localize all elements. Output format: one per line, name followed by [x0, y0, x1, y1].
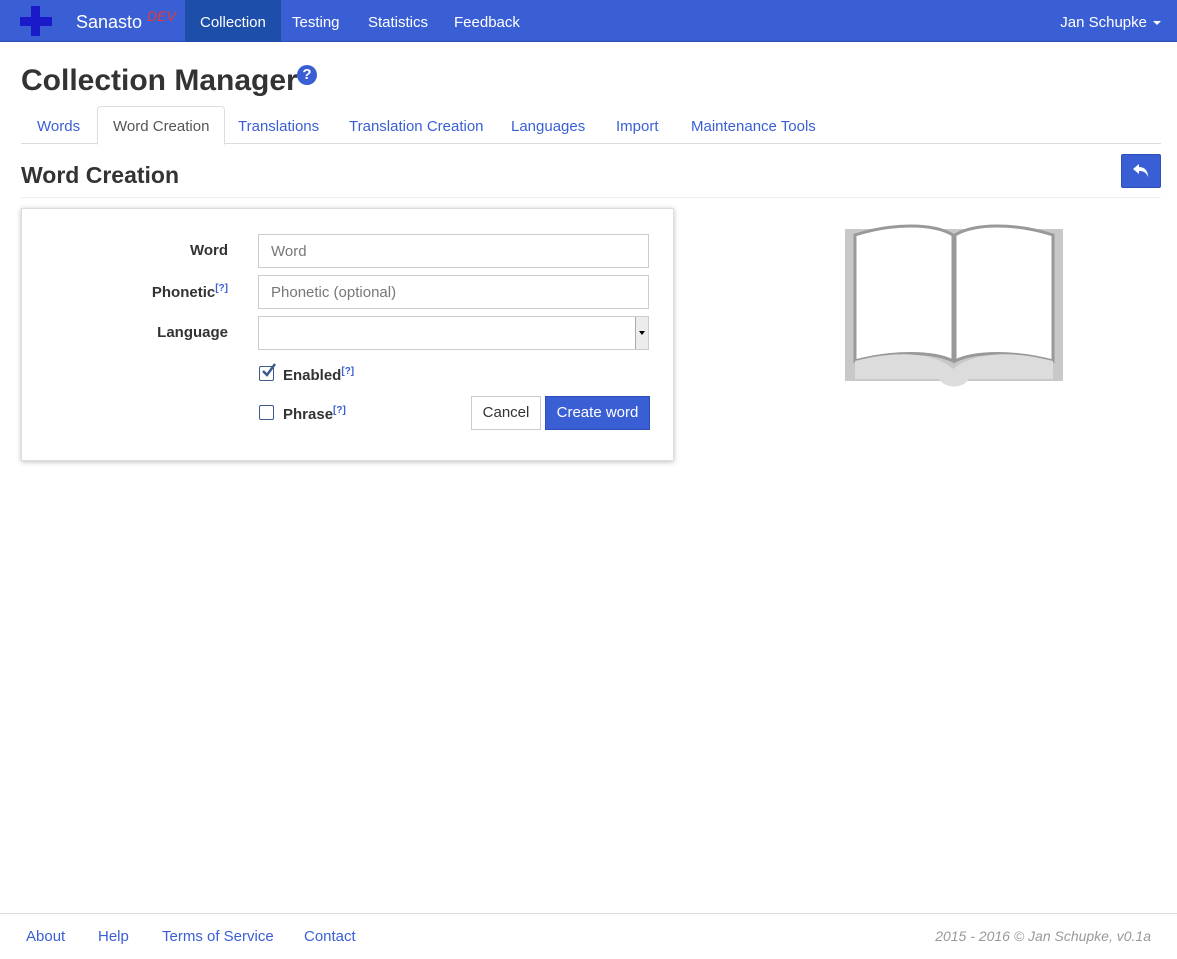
footer-link-contact[interactable]: Contact — [304, 928, 356, 945]
tab-translation-creation[interactable]: Translation Creation — [334, 106, 499, 144]
tab-word-creation[interactable]: Word Creation — [97, 106, 226, 145]
word-creation-form: Word Phonetic[?] Language Enabled[?] Phr… — [21, 208, 674, 461]
select-arrow-icon — [635, 317, 648, 349]
phonetic-label-text: Phonetic — [151, 284, 216, 301]
word-input[interactable] — [258, 234, 649, 268]
collection-tabs: Words Word Creation Translations Transla… — [21, 106, 1161, 145]
section-divider — [21, 197, 1161, 198]
question-circle-icon[interactable]: ? — [297, 65, 317, 85]
tab-maintenance-tools[interactable]: Maintenance Tools — [676, 106, 831, 144]
tab-words[interactable]: Words — [22, 106, 95, 144]
create-word-button[interactable]: Create word — [545, 396, 650, 430]
phrase-label-text: Phrase — [283, 406, 334, 423]
brand-env-tag: DEV — [147, 8, 176, 24]
nav-item-collection[interactable]: Collection — [185, 0, 281, 42]
copyright-text: 2015 - 2016 © Jan Schupke, v0.1a — [935, 928, 1151, 944]
cancel-button[interactable]: Cancel — [471, 396, 541, 430]
nav-item-feedback[interactable]: Feedback — [439, 0, 535, 42]
phrase-checkbox[interactable] — [259, 405, 274, 420]
page-title: Collection Manager — [21, 64, 298, 97]
user-menu[interactable]: Jan Schupke — [1060, 0, 1161, 42]
enabled-label: Enabled[?] — [283, 366, 354, 384]
phonetic-help-link[interactable]: [?] — [215, 283, 228, 294]
section-title: Word Creation — [21, 162, 180, 188]
reply-icon — [1133, 164, 1148, 177]
language-label: Language — [157, 324, 228, 341]
phonetic-input[interactable] — [258, 275, 649, 309]
brand-plus-icon[interactable] — [20, 6, 52, 36]
checkmark-icon — [262, 363, 276, 377]
footer-link-help[interactable]: Help — [98, 928, 129, 945]
brand-name[interactable]: Sanasto — [76, 12, 142, 33]
enabled-label-text: Enabled — [283, 367, 342, 384]
phonetic-label: Phonetic[?] — [132, 283, 228, 301]
word-label: Word — [189, 242, 228, 259]
phrase-help-link[interactable]: [?] — [333, 405, 346, 416]
footer-divider — [0, 913, 1177, 914]
phrase-label: Phrase[?] — [283, 405, 346, 423]
footer-link-about[interactable]: About — [26, 928, 65, 945]
tab-import[interactable]: Import — [601, 106, 674, 144]
nav-item-testing[interactable]: Testing — [277, 0, 355, 42]
tab-languages[interactable]: Languages — [496, 106, 600, 144]
top-navbar: Sanasto DEV Collection Testing Statistic… — [0, 0, 1177, 42]
user-name: Jan Schupke — [1060, 14, 1147, 31]
enabled-help-link[interactable]: [?] — [341, 366, 354, 377]
caret-down-icon — [1153, 21, 1161, 26]
tab-translations[interactable]: Translations — [223, 106, 334, 144]
enabled-checkbox[interactable] — [259, 363, 276, 381]
footer-link-terms[interactable]: Terms of Service — [162, 928, 274, 945]
back-button[interactable] — [1121, 154, 1161, 188]
open-book-icon — [845, 224, 1063, 387]
nav-item-statistics[interactable]: Statistics — [353, 0, 443, 42]
language-select[interactable] — [258, 316, 649, 350]
